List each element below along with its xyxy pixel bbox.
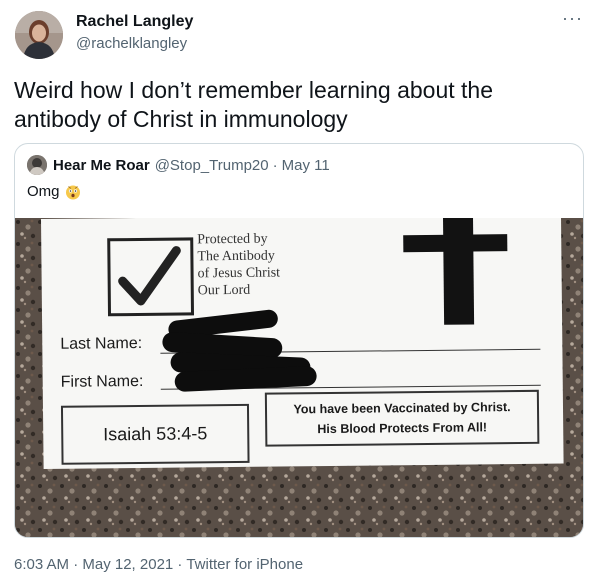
quoted-tweet-text-content: Omg [27,183,60,200]
quoted-author-name[interactable]: Hear Me Roar [53,157,150,174]
vaccinated-message-box: You have been Vaccinated by Christ. His … [264,389,540,447]
astonished-face-icon [65,184,81,200]
last-name-label: Last Name: [60,334,143,353]
quoted-tweet-date[interactable]: May 11 [282,157,330,174]
protected-line: of Jesus Christ [197,265,281,282]
cross-icon-bar [403,234,508,253]
author-avatar[interactable] [15,11,63,59]
tweet-timestamp[interactable]: 6:03 AM · May 12, 2021 · Twitter for iPh… [14,556,303,573]
message-line: His Blood Protects From All! [317,420,488,437]
first-name-label: First Name: [60,372,144,391]
quoted-avatar[interactable] [27,155,47,175]
attached-photo[interactable]: Protected by The Antibody of Jesus Chris… [15,218,583,537]
tweet-text: Weird how I don’t remember learning abou… [14,77,494,132]
author-name[interactable]: Rachel Langley [76,13,193,31]
vaccination-card: Protected by The Antibody of Jesus Chris… [41,218,564,469]
more-options-icon[interactable]: ··· [562,8,583,29]
quoted-tweet[interactable]: Hear Me Roar @Stop_Trump20 · May 11 Omg [14,143,584,538]
quoted-author-handle[interactable]: @Stop_Trump20 [155,157,269,174]
protected-line: The Antibody [197,248,275,265]
checkbox-checked-icon [107,237,195,317]
separator-dot: · [272,156,278,174]
protected-by-text: Protected by The Antibody of Jesus Chris… [197,230,338,299]
bible-verse-box: Isaiah 53:4-5 [60,403,250,465]
quoted-tweet-text: Omg [27,183,81,200]
quoted-avatar-image [27,155,47,175]
protected-line: Protected by [197,231,268,248]
author-handle[interactable]: @rachelklangley [76,35,187,52]
quoted-tweet-header: Hear Me Roar @Stop_Trump20 · May 11 [27,154,330,176]
message-line: You have been Vaccinated by Christ. [293,400,511,417]
protected-line: Our Lord [197,282,251,299]
avatar-image [15,11,63,59]
